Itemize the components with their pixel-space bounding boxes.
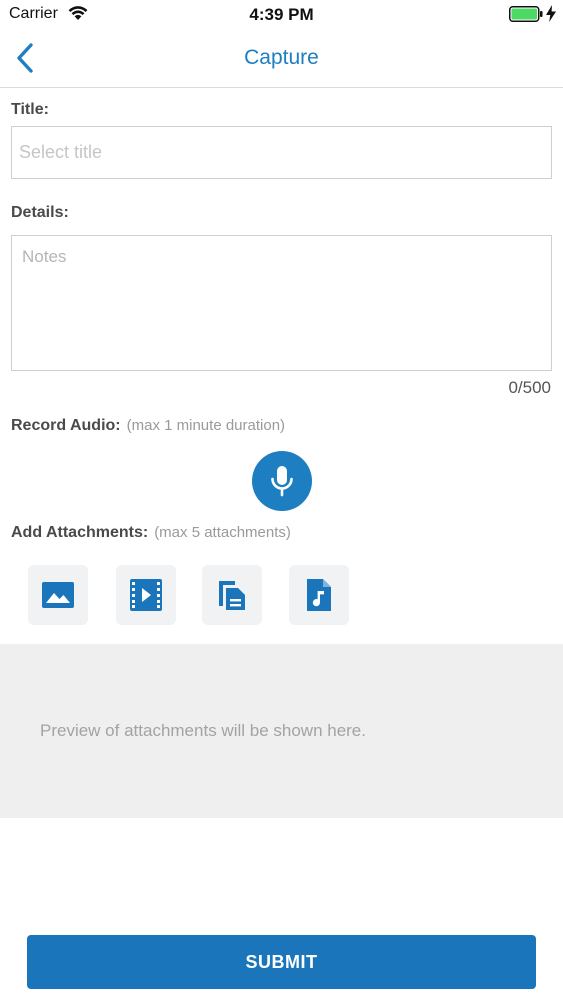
status-bar: Carrier 4:39 PM (0, 0, 563, 30)
title-label: Title: (11, 101, 49, 118)
audio-file-icon (307, 579, 331, 611)
document-icon (219, 581, 245, 610)
add-video-button[interactable] (116, 565, 176, 625)
attachments-hint: (max 5 attachments) (154, 524, 291, 541)
charging-bolt-icon (546, 5, 556, 22)
submit-button[interactable]: SUBMIT (27, 935, 536, 989)
microphone-icon (271, 466, 293, 497)
add-document-button[interactable] (202, 565, 262, 625)
battery-icon (509, 6, 543, 22)
attachments-heading: Add Attachments: (max 5 attachments) (11, 524, 291, 542)
notes-textarea[interactable] (11, 235, 552, 371)
attachments-preview-area: Preview of attachments will be shown her… (0, 644, 563, 818)
title-input[interactable] (11, 126, 552, 179)
details-label: Details: (11, 204, 69, 221)
record-audio-button[interactable] (252, 451, 312, 511)
record-audio-label: Record Audio: (11, 417, 121, 434)
video-icon (130, 579, 162, 611)
add-audio-file-button[interactable] (289, 565, 349, 625)
attachments-label: Add Attachments: (11, 524, 149, 541)
clock: 4:39 PM (249, 5, 314, 24)
nav-bar: Capture (0, 30, 563, 88)
page-title: Capture (244, 46, 319, 69)
record-audio-heading: Record Audio: (max 1 minute duration) (11, 417, 285, 435)
image-icon (42, 582, 74, 608)
add-image-button[interactable] (28, 565, 88, 625)
record-audio-hint: (max 1 minute duration) (126, 417, 286, 434)
character-counter: 0/500 (508, 378, 551, 397)
preview-placeholder-text: Preview of attachments will be shown her… (40, 721, 366, 740)
